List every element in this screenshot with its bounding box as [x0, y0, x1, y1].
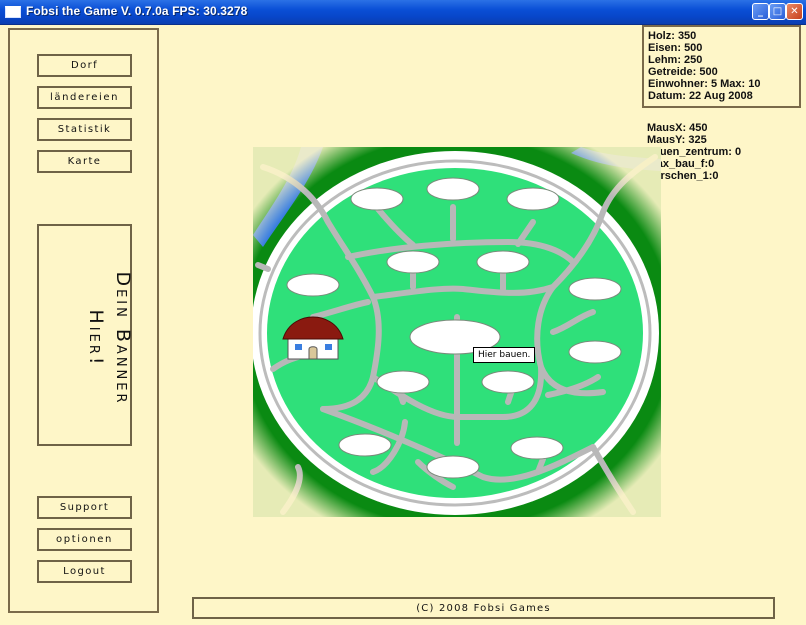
debug-bauen-zentrum: bauen_zentrum: 0: [647, 146, 742, 158]
plot-top-center[interactable]: [426, 177, 480, 201]
village-map[interactable]: [253, 147, 661, 517]
menu-button-support[interactable]: Support: [37, 496, 132, 519]
debug-max-bau-f: max_bau_f:0: [647, 158, 715, 170]
minimize-button[interactable]: _: [752, 3, 769, 20]
resource-lehm: Lehm: 250: [648, 54, 703, 66]
debug-maus-y: MausY: 325: [647, 134, 707, 146]
window-title-bar[interactable]: Fobsi the Game V. 0.7.0a FPS: 30.3278 _ …: [0, 0, 806, 25]
footer-copyright: (C) 2008 Fobsi Games: [192, 597, 775, 619]
menu-button-optionen[interactable]: optionen: [37, 528, 132, 551]
plot-left-mid[interactable]: [286, 273, 340, 297]
plot-bottom-left[interactable]: [338, 433, 392, 457]
menu-button-logout[interactable]: Logout: [37, 560, 132, 583]
build-tooltip: Hier bauen.: [473, 347, 536, 363]
banner-text: Dein Banner Hier!: [85, 271, 134, 406]
plot-right-mid[interactable]: [568, 277, 622, 301]
plot-upper-left[interactable]: [386, 250, 440, 274]
banner-area[interactable]: Dein Banner Hier!: [37, 224, 134, 446]
plot-top-left[interactable]: [350, 187, 404, 211]
resource-getreide: Getreide: 500: [648, 66, 718, 78]
app-window-icon: [5, 6, 21, 18]
game-area: Dorf ländereien Statistik Karte Dein Ban…: [0, 25, 806, 625]
plot-center-left[interactable]: [376, 370, 430, 394]
debug-forschen: Forschen_1:0: [647, 170, 719, 182]
resource-datum: Datum: 22 Aug 2008: [648, 90, 753, 102]
maximize-button[interactable]: □: [769, 3, 786, 20]
debug-maus-x: MausX: 450: [647, 122, 708, 134]
resource-panel: Holz: 350 Eisen: 500 Lehm: 250 Getreide:…: [642, 25, 801, 108]
resource-holz: Holz: 350: [648, 30, 697, 42]
menu-button-dorf[interactable]: Dorf: [37, 54, 132, 77]
debug-info: MausX: 450 MausY: 325 bauen_zentrum: 0 m…: [647, 122, 741, 182]
plot-top-right[interactable]: [506, 187, 560, 211]
menu-button-laendereien[interactable]: ländereien: [37, 86, 132, 109]
resource-eisen: Eisen: 500: [648, 42, 703, 54]
plot-bottom-center[interactable]: [426, 455, 480, 479]
sidebar: Dorf ländereien Statistik Karte Dein Ban…: [8, 28, 159, 613]
plot-right-low[interactable]: [568, 340, 622, 364]
resource-einwohner: Einwohner: 5 Max: 10: [648, 78, 761, 90]
menu-button-karte[interactable]: Karte: [37, 150, 132, 173]
plot-upper-right[interactable]: [476, 250, 530, 274]
close-button[interactable]: ✕: [786, 3, 803, 20]
window-title: Fobsi the Game V. 0.7.0a FPS: 30.3278: [26, 4, 248, 18]
plot-center-right[interactable]: [481, 370, 535, 394]
plot-bottom-right[interactable]: [510, 436, 564, 460]
menu-button-statistik[interactable]: Statistik: [37, 118, 132, 141]
